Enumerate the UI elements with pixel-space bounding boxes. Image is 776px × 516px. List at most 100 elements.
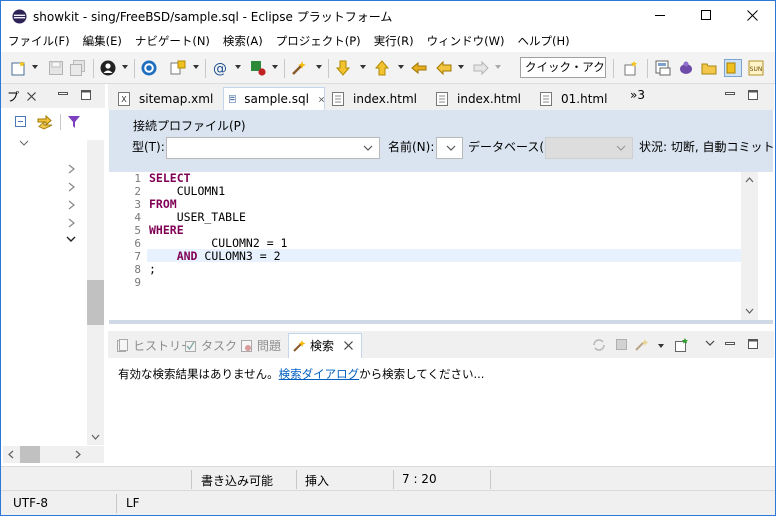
open-perspective-icon[interactable] xyxy=(624,60,640,76)
quick-access-field[interactable]: クイック・アクセス xyxy=(520,57,606,78)
run-debug-icon[interactable] xyxy=(250,60,266,76)
last-edit-location-icon[interactable] xyxy=(411,60,427,76)
previous-annotation-icon[interactable] xyxy=(374,60,390,76)
tree-expand-chevron-icon[interactable] xyxy=(68,218,75,228)
maximize-view-icon[interactable] xyxy=(748,339,758,349)
close-icon[interactable] xyxy=(344,341,353,350)
left-vertical-scroll-thumb[interactable] xyxy=(87,280,104,325)
name-label: 名前(N): xyxy=(388,140,435,154)
editor-tab-label: sitemap.xml xyxy=(139,91,214,106)
menu-window[interactable]: ウィンドウ(W) xyxy=(427,31,505,51)
scroll-down-arrow-icon[interactable] xyxy=(745,308,754,314)
scroll-down-arrow-icon[interactable] xyxy=(91,434,100,440)
open-type-dropdown-arrow-icon[interactable] xyxy=(193,65,199,69)
tree-collapse-chevron-icon[interactable] xyxy=(66,236,76,243)
tree-expand-chevron-icon[interactable] xyxy=(68,200,75,210)
save-icon xyxy=(49,61,63,75)
editor-tab-index-html-2[interactable]: index.html xyxy=(436,87,539,110)
back-dropdown-arrow-icon[interactable] xyxy=(458,65,464,69)
line-number: 1 xyxy=(134,172,141,185)
run-dropdown-arrow-icon[interactable] xyxy=(272,65,278,69)
close-icon[interactable] xyxy=(318,95,324,104)
left-view-tab-label[interactable]: プ xyxy=(7,88,19,105)
search-wand-icon[interactable] xyxy=(291,60,307,76)
maximize-view-icon[interactable] xyxy=(748,90,758,100)
link-with-editor-icon[interactable] xyxy=(37,114,53,130)
editor-tab-sample-sql[interactable]: sample.sql xyxy=(223,87,325,110)
perspective-database-icon[interactable] xyxy=(724,59,742,77)
left-vertical-scrollbar[interactable] xyxy=(87,140,104,445)
menu-file[interactable]: ファイル(F) xyxy=(8,31,70,51)
at-dropdown-arrow-icon[interactable] xyxy=(235,65,241,69)
filter-icon[interactable] xyxy=(68,116,80,128)
task-icon xyxy=(185,340,196,352)
code-line: ; xyxy=(149,263,156,276)
editor-tab-overflow[interactable]: »3 xyxy=(630,88,645,102)
tab-problems[interactable]: 問題 xyxy=(240,337,281,354)
perspective-web-icon[interactable] xyxy=(655,60,671,76)
menu-search[interactable]: 検索(A) xyxy=(223,31,263,51)
perspective-resource-icon[interactable] xyxy=(701,60,717,76)
scroll-up-arrow-icon[interactable] xyxy=(745,177,754,183)
profile-dropdown-arrow-icon[interactable] xyxy=(122,65,128,69)
minimize-view-icon[interactable] xyxy=(58,92,68,96)
previous-annotation-dropdown-arrow-icon[interactable] xyxy=(398,65,404,69)
type-select[interactable] xyxy=(166,137,380,159)
next-annotation-icon[interactable] xyxy=(335,60,351,76)
eclipse-logo-icon xyxy=(12,9,27,24)
close-icon[interactable] xyxy=(27,92,36,101)
tree-expand-chevron-icon[interactable] xyxy=(68,164,75,174)
editor-tab-sitemap-xml[interactable]: X sitemap.xml xyxy=(114,87,222,110)
back-arrow-icon[interactable] xyxy=(436,60,452,76)
tree-expand-chevron-icon[interactable] xyxy=(68,182,75,192)
menu-help[interactable]: ヘルプ(H) xyxy=(518,31,570,51)
maximize-button[interactable] xyxy=(683,1,729,30)
name-select[interactable] xyxy=(436,137,463,159)
editor-vertical-scrollbar[interactable] xyxy=(741,172,758,320)
open-type-icon[interactable] xyxy=(170,60,186,76)
perspective-debug-icon[interactable] xyxy=(678,60,694,76)
sql-keyword: WHERE xyxy=(149,223,184,237)
maximize-view-icon[interactable] xyxy=(81,90,91,100)
pin-view-icon[interactable] xyxy=(675,338,690,352)
editor-area: X sitemap.xml sample.sql index.html inde… xyxy=(108,84,775,329)
left-horizontal-scrollbar[interactable] xyxy=(3,446,104,463)
tab-search[interactable]: 検索 xyxy=(293,337,353,354)
editor-tab-01-html[interactable]: 01.html xyxy=(540,87,620,110)
menu-navigate[interactable]: ナビゲート(N) xyxy=(135,31,210,51)
tab-history[interactable]: ヒストリー xyxy=(116,337,193,354)
perspective-java-icon[interactable]: SUN xyxy=(748,60,764,76)
profile-icon[interactable] xyxy=(100,60,116,76)
html-file-icon xyxy=(540,91,552,106)
search-history-dropdown-arrow-icon[interactable] xyxy=(658,344,664,348)
menu-run[interactable]: 実行(R) xyxy=(374,31,414,51)
menu-project[interactable]: プロジェクト(P) xyxy=(276,31,361,51)
search-history-icon[interactable] xyxy=(635,338,651,352)
menu-edit[interactable]: 編集(E) xyxy=(83,31,122,51)
scroll-right-arrow-icon[interactable] xyxy=(75,450,81,459)
view-menu-chevron-icon[interactable] xyxy=(705,340,715,346)
next-annotation-dropdown-arrow-icon[interactable] xyxy=(360,65,366,69)
editor-tab-index-html-1[interactable]: index.html xyxy=(332,87,435,110)
sql-code-editor[interactable]: 123456789 SELECT CULOMN1 FROM USER_TABLE W… xyxy=(109,172,773,328)
editor-status-bar: 書き込み可能 挿入 7 : 20 xyxy=(1,466,775,490)
at-sign-icon[interactable]: @ xyxy=(212,60,228,76)
search-dropdown-arrow-icon[interactable] xyxy=(316,65,322,69)
editor-bottom-border xyxy=(109,320,773,324)
new-dropdown-arrow-icon[interactable] xyxy=(32,65,38,69)
minimize-view-icon[interactable] xyxy=(725,342,735,346)
collapse-all-icon[interactable] xyxy=(15,116,29,129)
settings-gear-icon[interactable] xyxy=(141,60,157,76)
left-horizontal-scroll-thumb[interactable] xyxy=(20,446,40,463)
maximize-icon xyxy=(700,10,711,20)
line-number: 2 xyxy=(134,185,141,198)
new-wizard-icon[interactable] xyxy=(11,60,27,76)
minimize-view-icon[interactable] xyxy=(725,92,735,96)
minimize-button[interactable] xyxy=(637,1,683,30)
xml-file-icon: X xyxy=(118,91,130,106)
close-button[interactable] xyxy=(729,1,775,30)
scroll-left-arrow-icon[interactable] xyxy=(8,450,14,459)
search-dialog-link[interactable]: 検索ダイアログ xyxy=(279,367,360,381)
view-menu-chevron-icon[interactable] xyxy=(19,140,29,146)
tab-tasks[interactable]: タスク xyxy=(184,337,237,354)
